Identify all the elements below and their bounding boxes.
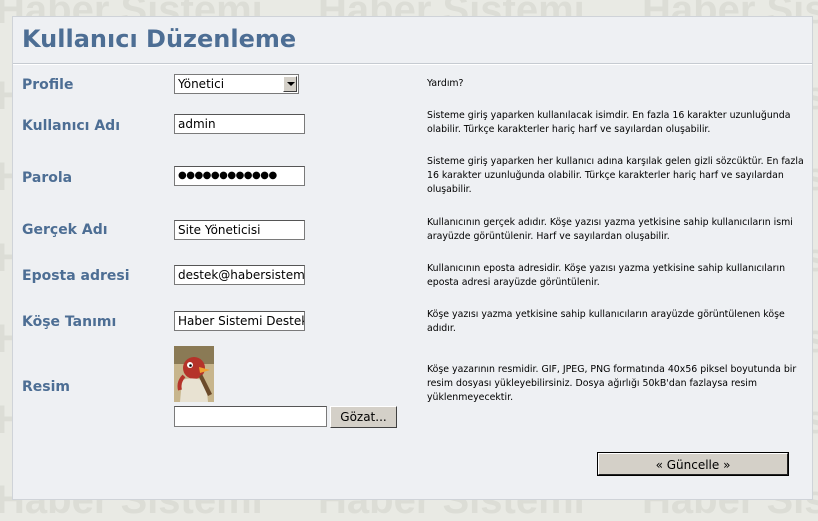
profile-label: Profile — [22, 77, 74, 93]
image-file-input[interactable] — [174, 406, 327, 427]
column-label: Köşe Tanımı — [22, 314, 117, 330]
update-button[interactable]: « Güncelle » — [597, 452, 789, 476]
email-help: Kullanıcının eposta adresidir. Köşe yazı… — [427, 263, 786, 288]
email-input[interactable]: destek@habersistemi. — [174, 265, 305, 285]
column-help: Köşe yazısı yazma yetkisine sahip kullan… — [427, 309, 785, 334]
username-input[interactable]: admin — [174, 114, 305, 134]
email-label: Eposta adresi — [22, 268, 130, 284]
browse-button[interactable]: Gözat... — [330, 406, 397, 428]
page-title: Kullanıcı Düzenleme — [22, 25, 297, 53]
image-label: Resim — [22, 379, 70, 395]
password-help: Sisteme giriş yaparken her kullanıcı adı… — [427, 156, 804, 195]
image-help: Köşe yazarının resmidir. GIF, JPEG, PNG … — [427, 364, 797, 403]
username-help: Sisteme giriş yaparken kullanılacak isim… — [427, 110, 791, 135]
help-heading: Yardım? — [427, 78, 464, 89]
realname-help: Kullanıcının gerçek adıdır. Köşe yazısı … — [427, 217, 793, 242]
password-label: Parola — [22, 170, 73, 186]
avatar — [174, 346, 214, 402]
column-input[interactable]: Haber Sistemi Destek — [174, 311, 305, 331]
profile-select-value: Yönetici — [178, 77, 225, 91]
title-divider — [13, 63, 812, 65]
realname-label: Gerçek Adı — [22, 222, 108, 238]
user-edit-panel: Kullanıcı Düzenleme Yardım? Profile Yöne… — [12, 16, 813, 500]
profile-select[interactable]: Yönetici — [174, 74, 299, 94]
password-input[interactable]: ●●●●●●●●●●●● — [174, 166, 305, 186]
chevron-down-icon[interactable] — [283, 76, 297, 92]
realname-input[interactable]: Site Yöneticisi — [174, 220, 305, 240]
username-label: Kullanıcı Adı — [22, 118, 121, 134]
